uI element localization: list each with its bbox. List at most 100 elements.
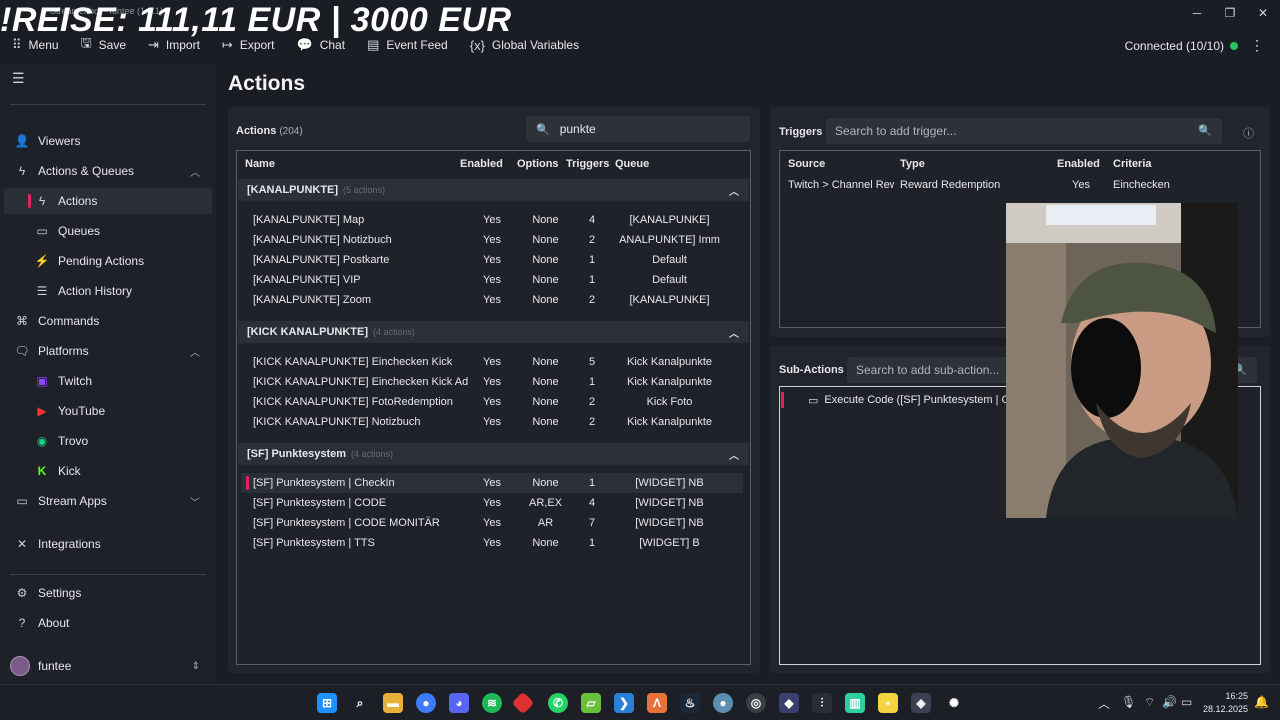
notepad-icon[interactable]: ▱	[581, 693, 601, 713]
chatgpt-icon[interactable]: ✺	[944, 693, 964, 713]
chevron-up-icon[interactable]: ︿	[729, 447, 739, 462]
app-icon[interactable]: ▥	[845, 693, 865, 713]
sidebar-item-platforms[interactable]: 🗨 Platforms ︿	[4, 338, 212, 364]
search-icon[interactable]: ⌕	[350, 693, 370, 713]
sidebar-item-trovo[interactable]: ◉ Trovo	[4, 428, 212, 454]
table-row[interactable]: [SF] Punktesystem | TTS Yes None 1 [WIDGET] …	[238, 533, 749, 553]
table-row[interactable]: [KANALPUNKTE] VIP Yes None 1 Default	[238, 270, 749, 290]
volume-icon[interactable]: 🔊	[1162, 695, 1177, 709]
sidebar-item-about[interactable]: ? About	[4, 610, 212, 636]
battery-icon[interactable]: ▭	[1181, 695, 1192, 709]
notification-icon[interactable]: 🔔	[1254, 695, 1269, 709]
table-row[interactable]: [SF] Punktesystem | CheckIn Yes None 1 [WIDG…	[241, 473, 743, 493]
table-row[interactable]: [SF] Punktesystem | CODE Yes AR,EX 4 [WIDGET…	[238, 493, 749, 513]
sidebar-item-settings[interactable]: ⚙ Settings	[4, 580, 212, 606]
app-icon[interactable]: ●	[713, 693, 733, 713]
tray-chevron-up-icon[interactable]: ︿	[1098, 695, 1110, 712]
table-row[interactable]: [KICK KANALPUNKTE] Notizbuch Yes None 2 Kick…	[238, 412, 749, 432]
actions-header: Actions (204)	[236, 125, 303, 137]
integrations-icon: ✕	[16, 537, 28, 551]
table-row[interactable]: [KICK KANALPUNKTE] FotoRedemption Yes None…	[238, 392, 749, 412]
column-header-type[interactable]: Type	[900, 151, 925, 177]
column-header-source[interactable]: Source	[788, 151, 825, 177]
obs-icon[interactable]: ◎	[746, 693, 766, 713]
sidebar-item-twitch[interactable]: ▣ Twitch	[4, 368, 212, 394]
action-group-header[interactable]: [SF] Punktesystem (4 actions) ︿	[238, 443, 749, 465]
microphone-icon[interactable]: 🎙	[1121, 695, 1136, 709]
trigger-search-input[interactable]	[835, 124, 1005, 138]
group-name: [SF] Punktesystem	[247, 448, 347, 460]
app-icon[interactable]: Λ	[647, 693, 667, 713]
sidebar-item-integrations[interactable]: ✕ Integrations	[4, 531, 212, 557]
chevron-up-icon: ︿	[190, 347, 200, 359]
table-row[interactable]: [SF] Punktesystem | CODE MONITÄR Yes AR 7 [W…	[238, 513, 749, 533]
windows-start-icon[interactable]: ⊞	[317, 693, 337, 713]
cell-enabled: Yes	[483, 497, 501, 509]
cell-options: None	[532, 477, 559, 489]
column-header-name[interactable]: Name	[245, 151, 275, 177]
chevron-up-icon[interactable]: ︿	[729, 325, 739, 340]
action-group-header[interactable]: [KANALPUNKTE] (5 actions) ︿	[238, 179, 749, 201]
chrome-icon[interactable]: ●	[416, 693, 436, 713]
table-row[interactable]: [KANALPUNKTE] Postkarte Yes None 1 Default	[238, 250, 749, 270]
app-icon[interactable]	[511, 691, 535, 715]
streamerbot-icon[interactable]: ◆	[779, 693, 799, 713]
sticky-notes-icon[interactable]: ▪	[878, 693, 898, 713]
column-header-enabled[interactable]: Enabled	[1057, 151, 1100, 177]
sidebar-item-queues[interactable]: ▭ Queues	[4, 218, 212, 244]
wifi-icon[interactable]: ⌔	[1144, 695, 1155, 710]
user-profile[interactable]: funtee ⇕	[4, 652, 212, 680]
table-row[interactable]: [KANALPUNKTE] Notizbuch Yes None 2 ANALPUNKT…	[238, 230, 749, 250]
steam-icon[interactable]: ♨	[680, 693, 700, 713]
cell-queue: Kick Kanalpunkte	[627, 356, 712, 368]
trigger-row[interactable]: Twitch > Channel Rewa Reward Redemption …	[781, 175, 1261, 195]
chevron-up-icon: ︿	[190, 167, 200, 179]
minimize-icon[interactable]: ─	[1183, 4, 1211, 22]
trigger-search[interactable]: 🔍	[826, 118, 1222, 144]
column-header-queue[interactable]: Queue	[615, 151, 649, 177]
taskbar-clock[interactable]: 16:25 28.12.2025	[1203, 690, 1248, 716]
clock-date: 28.12.2025	[1202, 704, 1248, 714]
hamburger-icon[interactable]: ☰	[12, 70, 25, 87]
cell-enabled: Yes	[483, 234, 501, 246]
chevron-up-icon[interactable]: ︿	[729, 183, 739, 198]
table-row[interactable]: [KICK KANALPUNKTE] Einchecken Kick Yes Non…	[238, 352, 749, 372]
sidebar-item-actions-queues[interactable]: ϟ Actions & Queues ︿	[4, 158, 212, 184]
subaction-search-input[interactable]	[856, 363, 1026, 377]
info-icon[interactable]: ⓘ	[1243, 125, 1254, 141]
search-icon: 🔍	[536, 123, 550, 136]
cell-enabled: Yes	[483, 396, 501, 408]
table-row[interactable]: [KANALPUNKTE] Map Yes None 4 [KANALPUNKE]	[238, 210, 749, 230]
discord-icon[interactable]: ◕	[449, 693, 469, 713]
audio-icon[interactable]: ⫶	[812, 693, 832, 713]
more-icon[interactable]: ⋮	[1250, 37, 1264, 54]
close-icon[interactable]: ✕	[1249, 4, 1277, 22]
group-name: [KICK KANALPUNKTE]	[247, 326, 368, 338]
sidebar-item-kick[interactable]: K Kick	[4, 458, 212, 484]
triggers-header: Triggers	[779, 126, 823, 138]
column-header-triggers[interactable]: Triggers	[566, 151, 609, 177]
sidebar-item-viewers[interactable]: 👤 Viewers	[4, 128, 212, 154]
sidebar-item-pending-actions[interactable]: ⚡ Pending Actions	[4, 248, 212, 274]
column-header-enabled[interactable]: Enabled	[460, 151, 503, 177]
explorer-icon[interactable]: ▬	[383, 693, 403, 713]
trigger-source: Twitch > Channel Rewa	[788, 179, 894, 191]
sidebar-item-actions[interactable]: ϟ Actions	[4, 188, 212, 214]
actions-search-input[interactable]	[559, 122, 730, 136]
maximize-icon[interactable]: ❐	[1216, 4, 1244, 22]
davinci-icon[interactable]: ◈	[911, 693, 931, 713]
sidebar-item-stream-apps[interactable]: ▭ Stream Apps ﹀	[4, 488, 212, 514]
actions-search[interactable]: 🔍	[526, 116, 750, 142]
action-group-header[interactable]: [KICK KANALPUNKTE] (4 actions) ︿	[238, 321, 749, 343]
table-row[interactable]: [KICK KANALPUNKTE] Einchecken Kick Add Ye…	[238, 372, 749, 392]
column-header-options[interactable]: Options	[517, 151, 559, 177]
table-row[interactable]: [KANALPUNKTE] Zoom Yes None 2 [KANALPUNKE]	[238, 290, 749, 310]
spotify-icon[interactable]: ≋	[482, 693, 502, 713]
sidebar-item-commands[interactable]: ⌘ Commands	[4, 308, 212, 334]
whatsapp-icon[interactable]: ✆	[548, 693, 568, 713]
vscode-icon[interactable]: ❯	[614, 693, 634, 713]
sidebar-item-action-history[interactable]: ☰ Action History	[4, 278, 212, 304]
connection-status[interactable]: Connected (10/10) ⋮	[1125, 37, 1264, 54]
sidebar-item-youtube[interactable]: ▶ YouTube	[4, 398, 212, 424]
column-header-criteria[interactable]: Criteria	[1113, 151, 1152, 177]
